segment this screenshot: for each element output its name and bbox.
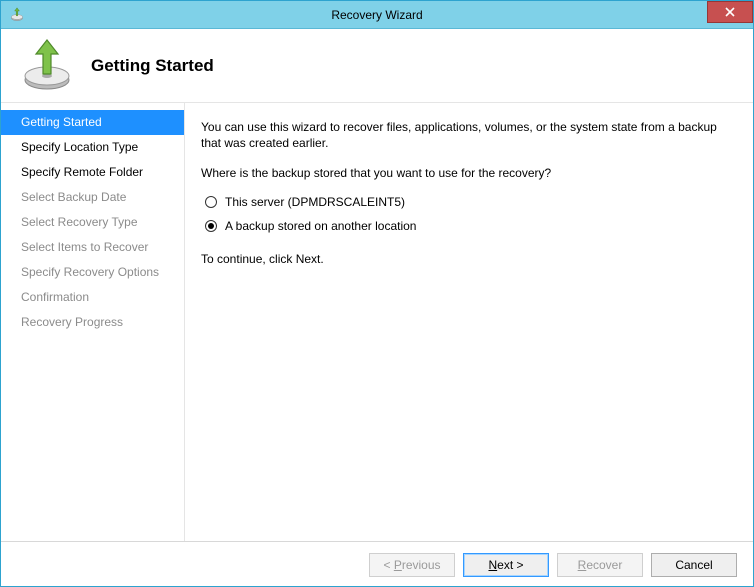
step-select-backup-date: Select Backup Date [1, 185, 184, 210]
radio-icon [205, 196, 217, 208]
titlebar: Recovery Wizard [1, 1, 753, 29]
next-button[interactable]: Next > [463, 553, 549, 577]
step-specify-recovery-options: Specify Recovery Options [1, 260, 184, 285]
btn-text: Cancel [675, 558, 712, 572]
continue-hint: To continue, click Next. [201, 251, 731, 267]
step-confirmation: Confirmation [1, 285, 184, 310]
btn-text: revious [402, 558, 441, 572]
app-icon [7, 5, 27, 25]
btn-text: ecover [586, 558, 622, 572]
step-specify-remote-folder[interactable]: Specify Remote Folder [1, 160, 184, 185]
radio-another-location[interactable]: A backup stored on another location [205, 219, 731, 233]
intro-text: You can use this wizard to recover files… [201, 119, 731, 151]
recover-button: Recover [557, 553, 643, 577]
radio-this-server[interactable]: This server (DPMDRSCALEINT5) [205, 195, 731, 209]
step-select-recovery-type: Select Recovery Type [1, 210, 184, 235]
btn-text: ext [497, 558, 513, 572]
recovery-icon [19, 38, 75, 94]
window-title: Recovery Wizard [1, 8, 753, 22]
content-pane: You can use this wizard to recover files… [184, 103, 753, 541]
radio-label: This server (DPMDRSCALEINT5) [225, 195, 405, 209]
step-select-items-to-recover: Select Items to Recover [1, 235, 184, 260]
close-button[interactable] [707, 1, 753, 23]
question-text: Where is the backup stored that you want… [201, 165, 731, 181]
step-recovery-progress: Recovery Progress [1, 310, 184, 335]
wizard-header: Getting Started [1, 29, 753, 103]
radio-label: A backup stored on another location [225, 219, 416, 233]
radio-icon-selected [205, 220, 217, 232]
steps-sidebar: Getting Started Specify Location Type Sp… [1, 103, 184, 541]
cancel-button[interactable]: Cancel [651, 553, 737, 577]
wizard-footer: < Previous Next > Recover Cancel [1, 541, 753, 587]
previous-button: < Previous [369, 553, 455, 577]
step-specify-location-type[interactable]: Specify Location Type [1, 135, 184, 160]
page-title: Getting Started [91, 56, 214, 76]
step-getting-started[interactable]: Getting Started [1, 110, 184, 135]
wizard-body: Getting Started Specify Location Type Sp… [1, 103, 753, 541]
